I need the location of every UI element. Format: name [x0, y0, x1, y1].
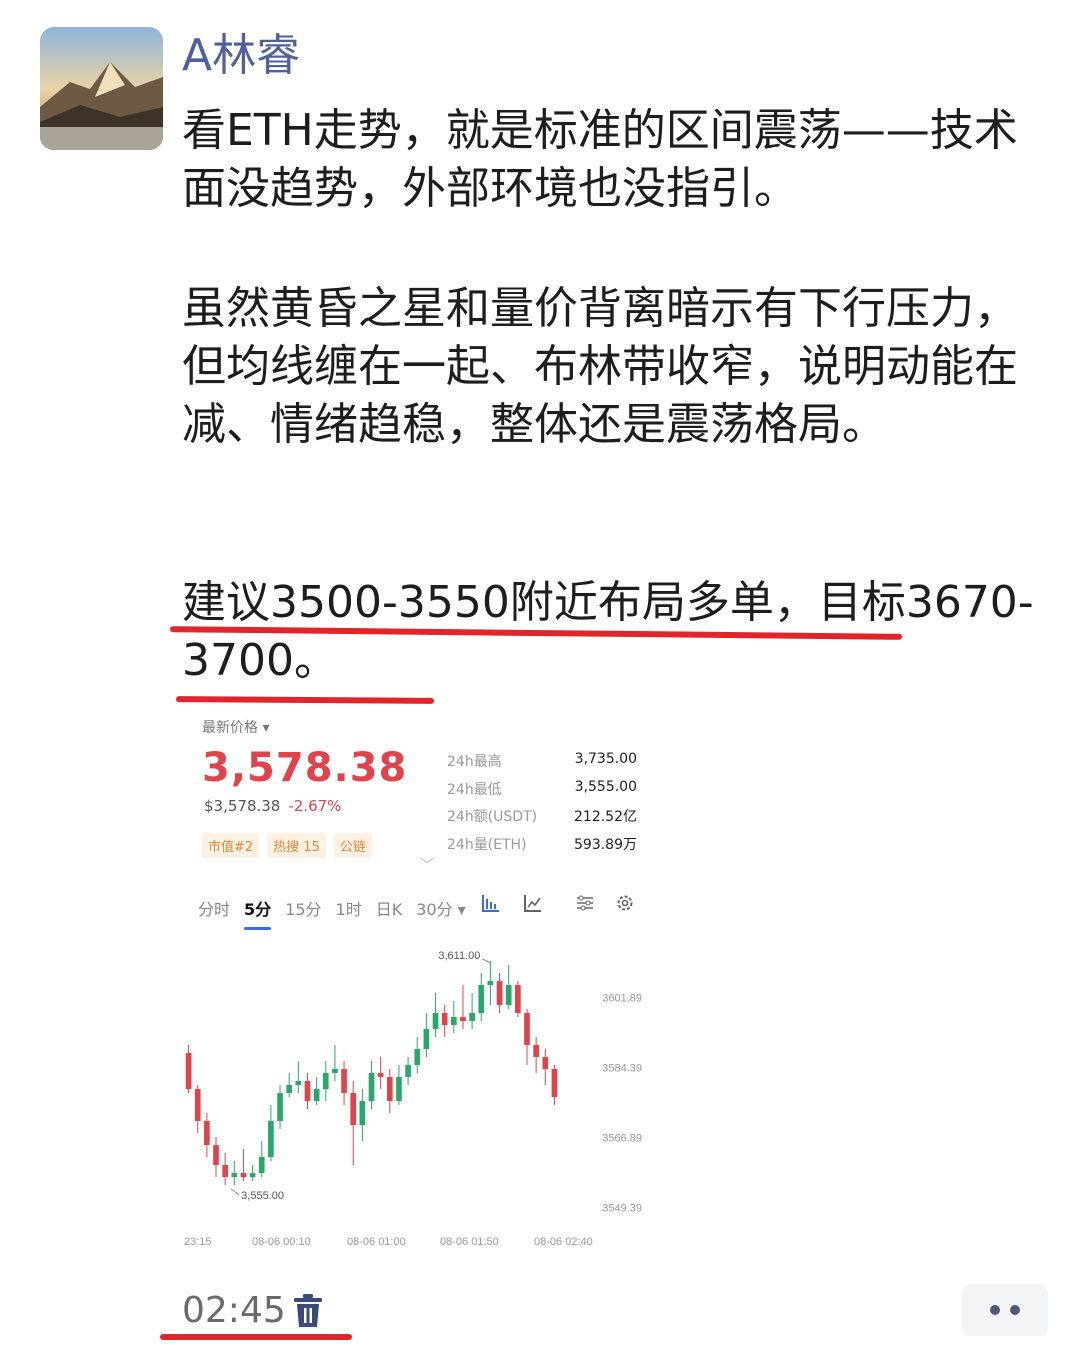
tag-hot-search: 热搜 15 — [267, 833, 326, 858]
stats-table: 24h最高 3,735.00 24h最低 3,555.00 24h额(USDT) 21… — [447, 751, 637, 861]
candle-body — [213, 1145, 219, 1165]
candle-body — [542, 1057, 549, 1069]
candlestick-chart[interactable]: 3601.89 3584.39 3566.89 3549.39 23:15 08-06 0… — [182, 935, 652, 1255]
tab-timeframe-1h[interactable]: 1时 — [336, 896, 362, 920]
candle-body — [286, 1085, 293, 1093]
candle-body — [487, 981, 494, 985]
candle-body — [359, 1101, 366, 1125]
candle-body — [185, 1053, 192, 1089]
candle-body — [322, 1073, 329, 1089]
candle-body — [249, 1173, 256, 1177]
low-annotation-label: 3,555.00 — [241, 1190, 284, 1202]
candle-body — [258, 1157, 265, 1173]
x-tick-label: 23:15 — [184, 1236, 212, 1248]
x-tick-label: 08-06 02:40 — [534, 1236, 593, 1248]
high-annotation-line — [482, 958, 491, 964]
post-paragraph-2: 虽然黄昏之星和量价背离暗示有下行压力，但均线缠在一起、布林带收窄，说明动能在减、… — [182, 283, 1018, 450]
highlight-underline-2 — [175, 696, 435, 704]
candle-body — [368, 1073, 375, 1101]
trash-icon[interactable] — [292, 1293, 324, 1329]
candle-body — [405, 1065, 411, 1077]
candle-body — [231, 1173, 238, 1177]
candle-body — [304, 1081, 311, 1101]
candle-body — [194, 1089, 201, 1121]
stat-row: 24h最高 3,735.00 — [447, 751, 637, 770]
ticker-tags: 市值#2 热搜 15 公链 — [202, 833, 372, 858]
y-tick-label: 3566.89 — [602, 1132, 642, 1144]
stat-row: 24h最低 3,555.00 — [447, 778, 637, 798]
candle-body — [396, 1077, 402, 1101]
more-dot-icon — [1010, 1305, 1020, 1315]
candle-body — [268, 1121, 274, 1157]
eth-ticker-screenshot[interactable]: 最新价格 ▾ 3,578.38 $3,578.38 -2.67% 市值#2 热搜 … — [182, 705, 652, 1265]
tag-market-cap: 市值#2 — [202, 833, 260, 858]
price-label: 最新价格 ▾ — [202, 720, 270, 736]
stat-row: 24h额(USDT) 212.52亿 — [447, 809, 637, 825]
candle-body — [524, 1013, 530, 1045]
candle-body — [341, 1069, 347, 1093]
price-change: -2.67% — [288, 797, 342, 815]
tab-timeframe-1d[interactable]: 日K — [376, 896, 403, 920]
post-time: 02:45 — [182, 1290, 286, 1331]
tab-timeframe-5m[interactable]: 5分 — [244, 896, 272, 930]
candle-body — [222, 1165, 228, 1177]
gear-icon[interactable] — [614, 893, 636, 915]
candle-body — [469, 1013, 475, 1021]
expand-chevron-icon[interactable]: ﹀ — [420, 855, 434, 875]
x-tick-label: 08-06 01:50 — [440, 1236, 499, 1248]
candle-body — [496, 981, 503, 1005]
candle-body — [350, 1093, 357, 1125]
settings-sliders-icon[interactable] — [574, 893, 596, 915]
indicator-chart-icon[interactable] — [522, 893, 544, 915]
candle-body — [505, 985, 512, 1005]
candle-body — [377, 1073, 384, 1077]
candle-body — [313, 1089, 320, 1101]
stat-row: 24h量(ETH) 593.89万 — [447, 836, 637, 853]
author-name[interactable]: A林睿 — [182, 28, 300, 84]
more-dot-icon — [990, 1305, 1000, 1315]
y-tick-label: 3584.39 — [602, 1062, 642, 1074]
candle-body — [277, 1093, 283, 1121]
y-tick-label: 3549.39 — [602, 1202, 642, 1214]
candle-body — [423, 1029, 430, 1049]
post-paragraph-1: 看ETH走势，就是标准的区间震荡——技术面没趋势，外部环境也没指引。 — [182, 105, 1018, 214]
x-tick-label: 08-06 01:00 — [347, 1236, 406, 1248]
x-tick-label: 08-06 00:10 — [252, 1236, 311, 1248]
tag-public-chain: 公链 — [333, 833, 372, 858]
candle-body — [204, 1121, 210, 1145]
candle-body — [450, 1017, 457, 1025]
y-tick-label: 3601.89 — [602, 992, 642, 1004]
highlight-underline-3 — [160, 1334, 352, 1340]
price-usd: $3,578.38 -2.67% — [204, 797, 342, 815]
candle-body — [295, 1081, 302, 1085]
candle-body — [478, 985, 485, 1013]
tab-timeframe-15m[interactable]: 15分 — [285, 896, 321, 920]
candle-body — [386, 1077, 393, 1101]
candle-body — [533, 1045, 539, 1057]
candle-body — [240, 1173, 247, 1177]
candle-body — [460, 1017, 466, 1021]
author-avatar[interactable] — [40, 27, 163, 150]
last-price: 3,578.38 — [202, 745, 408, 791]
candle-body — [551, 1069, 558, 1097]
candlestick-chart-icon[interactable] — [480, 893, 502, 915]
high-annotation-label: 3,611.00 — [438, 950, 480, 962]
candle-body — [432, 1013, 439, 1029]
candle-body — [515, 985, 521, 1013]
candle-body — [441, 1013, 448, 1025]
more-options-button[interactable] — [962, 1284, 1048, 1336]
candle-body — [332, 1069, 338, 1073]
tab-timeframe-30m[interactable]: 30分 ▾ — [416, 896, 466, 920]
candle-body — [414, 1049, 421, 1065]
low-annotation-line — [230, 1188, 240, 1196]
tab-timeframe-line[interactable]: 分时 — [198, 896, 230, 920]
